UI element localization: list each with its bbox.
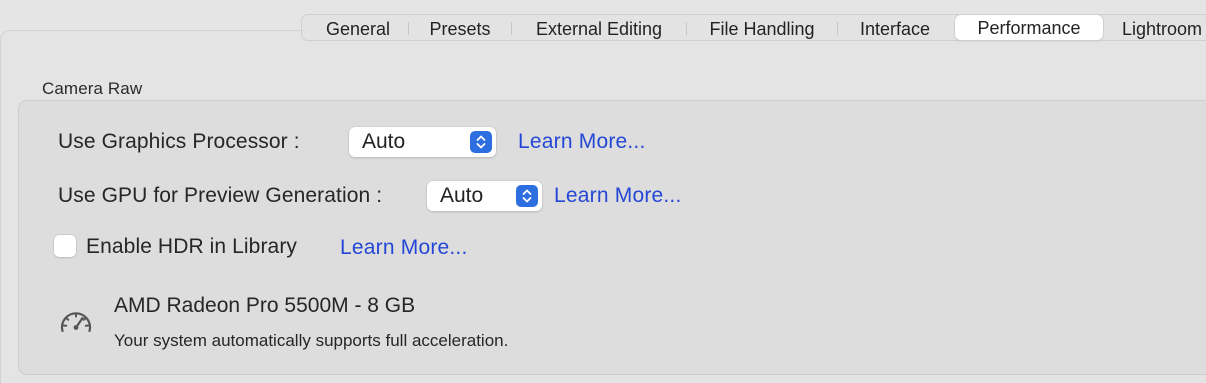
tab-presets[interactable]: Presets (409, 15, 511, 42)
tab-interface[interactable]: Interface (838, 15, 952, 42)
popup-chevron-icon (470, 131, 492, 153)
popup-chevron-icon (516, 185, 538, 207)
gpu-preview-label: Use GPU for Preview Generation : (58, 184, 382, 208)
gpu-name: AMD Radeon Pro 5500M - 8 GB (114, 294, 415, 318)
tab-file-handling[interactable]: File Handling (687, 15, 837, 42)
camera-raw-group-title: Camera Raw (42, 79, 142, 99)
enable-hdr-checkbox[interactable] (54, 235, 76, 257)
tab-external-editing[interactable]: External Editing (512, 15, 686, 42)
tab-lightroom[interactable]: Lightroom (1108, 15, 1206, 42)
graphics-processor-popup[interactable]: Auto (349, 127, 496, 157)
hdr-learn-more-link[interactable]: Learn More... (340, 236, 468, 260)
gpu-preview-popup[interactable]: Auto (427, 181, 542, 211)
graphics-processor-value: Auto (362, 130, 405, 154)
graphics-processor-learn-more-link[interactable]: Learn More... (518, 130, 646, 154)
tab-performance[interactable]: Performance (955, 15, 1103, 40)
gpu-preview-learn-more-link[interactable]: Learn More... (554, 184, 682, 208)
gpu-preview-value: Auto (440, 184, 483, 208)
preferences-tab-bar: General Presets External Editing File Ha… (301, 14, 1206, 41)
gpu-acceleration-status: Your system automatically supports full … (114, 331, 508, 351)
tab-general[interactable]: General (308, 15, 408, 42)
graphics-processor-label: Use Graphics Processor : (58, 130, 300, 154)
enable-hdr-label[interactable]: Enable HDR in Library (86, 235, 297, 259)
gauge-icon (58, 306, 94, 336)
